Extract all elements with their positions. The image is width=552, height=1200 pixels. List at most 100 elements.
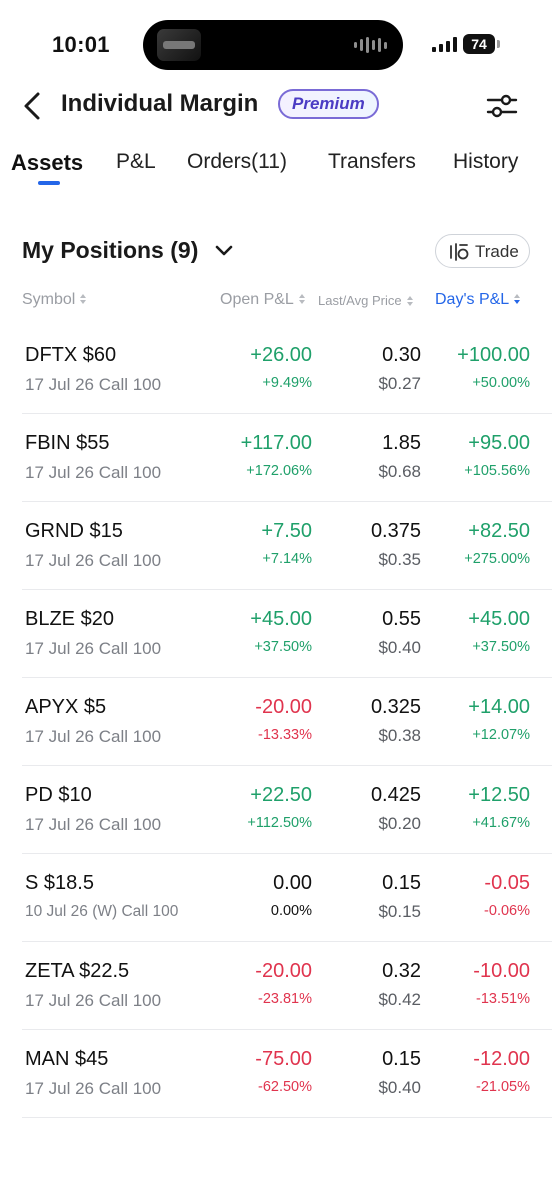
position-open-pl: +22.50	[250, 784, 312, 806]
position-contract: 10 Jul 26 (W) Call 100	[25, 903, 179, 920]
position-avg-price: $0.35	[378, 550, 421, 569]
sort-descending-icon	[514, 293, 521, 304]
position-avg-price: $0.68	[378, 462, 421, 481]
position-day-pl-percent: +105.56%	[464, 463, 530, 479]
position-last-price: 0.30	[382, 344, 421, 366]
status-bar: 10:01 74	[0, 0, 552, 84]
tab-pl[interactable]: P&L	[116, 150, 156, 174]
sort-icon	[80, 293, 87, 304]
position-day-pl: -10.00	[473, 960, 530, 982]
trade-button-label: Trade	[475, 242, 519, 261]
position-symbol: GRND $15	[25, 520, 123, 542]
position-last-price: 0.325	[370, 696, 421, 718]
position-symbol: DFTX $60	[25, 344, 117, 366]
position-symbol: S $18.5	[25, 872, 94, 894]
page-title: Individual Margin	[61, 90, 259, 117]
position-open-pl: -20.00	[255, 960, 312, 982]
position-day-pl-percent: +50.00%	[472, 375, 530, 391]
position-day-pl-percent: -13.51%	[475, 991, 530, 1007]
position-open-pl-percent: +7.14%	[262, 551, 312, 567]
position-open-pl: -20.00	[255, 696, 312, 718]
position-contract: 17 Jul 26 Call 100	[25, 551, 162, 570]
position-open-pl: +26.00	[250, 344, 312, 366]
column-header-days-pl[interactable]: Day's P&L	[435, 291, 521, 309]
position-row[interactable]: GRND $15 17 Jul 26 Call 100 +7.50 +7.14% 0.3…	[0, 502, 552, 590]
position-open-pl-percent: +9.49%	[262, 375, 312, 391]
chevron-left-icon	[24, 92, 40, 120]
position-last-price: 0.15	[382, 1048, 421, 1070]
position-last-price: 1.85	[382, 432, 421, 454]
position-row[interactable]: PD $10 17 Jul 26 Call 100 +22.50 +112.50% 0.…	[0, 766, 552, 854]
position-symbol: MAN $45	[25, 1048, 109, 1070]
position-row[interactable]: S $18.5 10 Jul 26 (W) Call 100 0.00 0.00% 0.…	[0, 854, 552, 942]
position-symbol: APYX $5	[25, 696, 107, 718]
position-row[interactable]: APYX $5 17 Jul 26 Call 100 -20.00 -13.33% 0.…	[0, 678, 552, 766]
position-contract: 17 Jul 26 Call 100	[25, 815, 162, 834]
position-avg-price: $0.20	[378, 814, 421, 833]
position-symbol: BLZE $20	[25, 608, 114, 630]
status-time: 10:01	[52, 32, 110, 57]
position-avg-price: $0.38	[378, 726, 421, 745]
column-header-last-avg-label: Last/Avg Price	[318, 293, 402, 308]
position-contract: 17 Jul 26 Call 100	[25, 727, 162, 746]
tab-assets[interactable]: Assets	[11, 150, 83, 176]
position-contract: 17 Jul 26 Call 100	[25, 463, 162, 482]
tab-history[interactable]: History	[453, 150, 518, 174]
position-day-pl-percent: +41.67%	[472, 815, 530, 831]
filter-settings-button[interactable]	[484, 89, 520, 123]
back-button[interactable]	[18, 86, 48, 126]
position-open-pl-percent: +172.06%	[246, 463, 312, 479]
position-symbol: ZETA $22.5	[25, 960, 130, 982]
chevron-down-icon[interactable]	[214, 244, 234, 258]
position-open-pl-percent: -13.33%	[257, 727, 312, 743]
position-open-pl: +45.00	[250, 608, 312, 630]
app-header: Individual Margin Premium	[0, 80, 552, 132]
premium-badge[interactable]: Premium	[278, 89, 379, 119]
position-row[interactable]: FBIN $55 17 Jul 26 Call 100 +117.00 +172.06…	[0, 414, 552, 502]
position-day-pl: +95.00	[468, 432, 530, 454]
position-row[interactable]: DFTX $60 17 Jul 26 Call 100 +26.00 +9.49% 0.…	[0, 326, 552, 414]
position-last-price: 0.375	[370, 520, 421, 542]
position-contract: 17 Jul 26 Call 100	[25, 991, 162, 1010]
position-contract: 17 Jul 26 Call 100	[25, 1079, 162, 1098]
position-open-pl-percent: 0.00%	[270, 903, 312, 919]
position-avg-price: $0.42	[378, 990, 421, 1009]
column-header-last-avg[interactable]: Last/Avg Price	[318, 293, 414, 308]
position-row[interactable]: BLZE $20 17 Jul 26 Call 100 +45.00 +37.50% 0…	[0, 590, 552, 678]
position-contract: 17 Jul 26 Call 100	[25, 639, 162, 658]
battery-icon: 74	[463, 34, 495, 54]
trade-button[interactable]: Trade	[435, 234, 530, 268]
position-row[interactable]: ZETA $22.5 17 Jul 26 Call 100 -20.00 -23.81…	[0, 942, 552, 1030]
sliders-icon	[486, 94, 518, 118]
tab-transfers[interactable]: Transfers	[328, 150, 416, 174]
now-playing-thumbnail	[157, 29, 201, 61]
position-contract: 17 Jul 26 Call 100	[25, 375, 162, 394]
position-day-pl: -0.05	[484, 872, 530, 894]
position-last-price: 0.55	[382, 608, 421, 630]
trade-icon	[450, 243, 469, 261]
position-day-pl-percent: -0.06%	[484, 903, 530, 919]
column-header-open-pl[interactable]: Open P&L	[220, 291, 306, 309]
tab-orders[interactable]: Orders(11)	[187, 150, 287, 174]
active-tab-indicator	[38, 181, 60, 185]
position-day-pl-percent: -21.05%	[475, 1079, 530, 1095]
position-day-pl-percent: +275.00%	[464, 551, 530, 567]
position-open-pl-percent: +112.50%	[247, 815, 312, 831]
position-avg-price: $0.40	[378, 638, 421, 657]
position-avg-price: $0.40	[378, 1078, 421, 1097]
battery-tip	[497, 40, 500, 48]
position-symbol: PD $10	[25, 784, 92, 806]
column-header-symbol[interactable]: Symbol	[22, 291, 87, 309]
sort-icon	[406, 295, 413, 306]
position-open-pl-percent: -62.50%	[257, 1079, 312, 1095]
position-open-pl: -75.00	[255, 1048, 312, 1070]
position-avg-price: $0.27	[378, 374, 421, 393]
column-header-open-pl-label: Open P&L	[220, 291, 294, 308]
dynamic-island[interactable]	[143, 20, 403, 70]
position-row[interactable]: MAN $45 17 Jul 26 Call 100 -75.00 -62.50% 0.…	[0, 1030, 552, 1118]
position-last-price: 0.425	[370, 784, 421, 806]
position-day-pl: +82.50	[468, 520, 530, 542]
position-day-pl: +14.00	[468, 696, 530, 718]
positions-title[interactable]: My Positions (9)	[22, 237, 198, 264]
position-day-pl: +100.00	[457, 344, 530, 366]
